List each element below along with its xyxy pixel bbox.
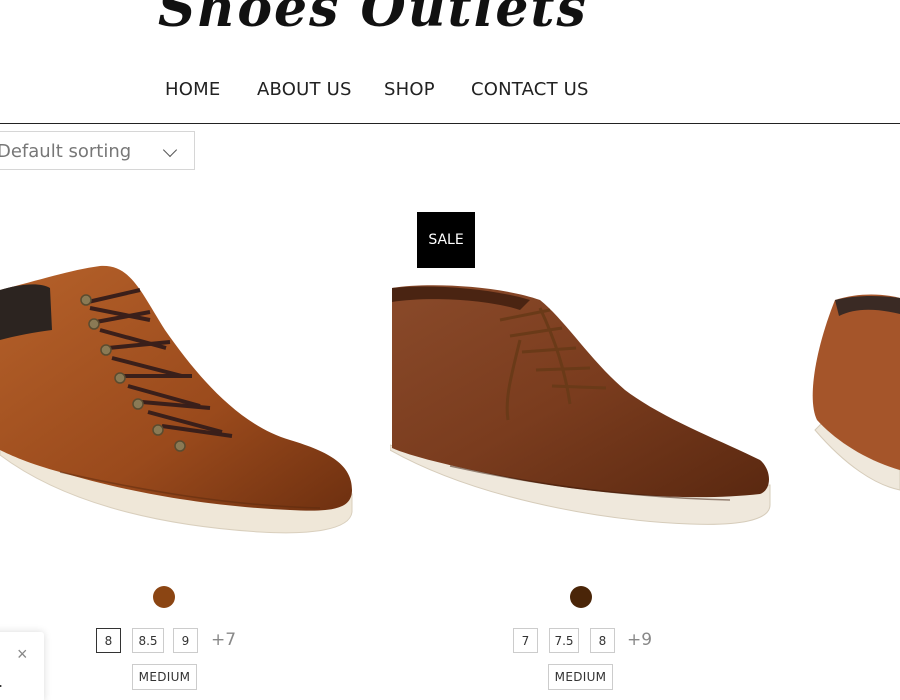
color-swatch[interactable] bbox=[570, 586, 592, 608]
nav-shop[interactable]: SHOP bbox=[384, 79, 435, 100]
nav-about-us[interactable]: ABOUT US bbox=[257, 79, 352, 100]
notification-popup: × . bbox=[0, 632, 44, 700]
size-option[interactable]: 8 bbox=[590, 628, 615, 653]
size-option[interactable]: 8 bbox=[96, 628, 121, 653]
color-swatch[interactable] bbox=[153, 586, 175, 608]
width-option[interactable]: MEDIUM bbox=[132, 664, 197, 690]
size-option[interactable]: 7.5 bbox=[549, 628, 579, 653]
more-sizes-link[interactable]: +9 bbox=[627, 630, 652, 650]
size-option[interactable]: 8.5 bbox=[132, 628, 164, 653]
popup-text: . bbox=[0, 672, 3, 690]
nav-contact-us[interactable]: CONTACT US bbox=[471, 79, 589, 100]
close-icon[interactable]: × bbox=[17, 645, 28, 663]
product-image-1[interactable] bbox=[0, 250, 360, 560]
chevron-down-icon bbox=[162, 142, 178, 158]
header-divider bbox=[0, 123, 900, 124]
site-title[interactable]: Shoes Outlets bbox=[158, 0, 588, 39]
sort-select-value: Default sorting bbox=[0, 141, 132, 162]
sale-badge: SALE bbox=[417, 212, 475, 268]
width-option[interactable]: MEDIUM bbox=[548, 664, 613, 690]
size-option[interactable]: 7 bbox=[513, 628, 538, 653]
more-sizes-link[interactable]: +7 bbox=[211, 630, 236, 650]
sort-select[interactable]: Default sorting bbox=[0, 131, 195, 170]
product-image-3[interactable] bbox=[805, 290, 900, 505]
size-option[interactable]: 9 bbox=[173, 628, 198, 653]
nav-home[interactable]: HOME bbox=[165, 79, 220, 100]
main-nav: HOME ABOUT US SHOP CONTACT US bbox=[0, 79, 900, 105]
product-image-2[interactable] bbox=[390, 280, 775, 550]
